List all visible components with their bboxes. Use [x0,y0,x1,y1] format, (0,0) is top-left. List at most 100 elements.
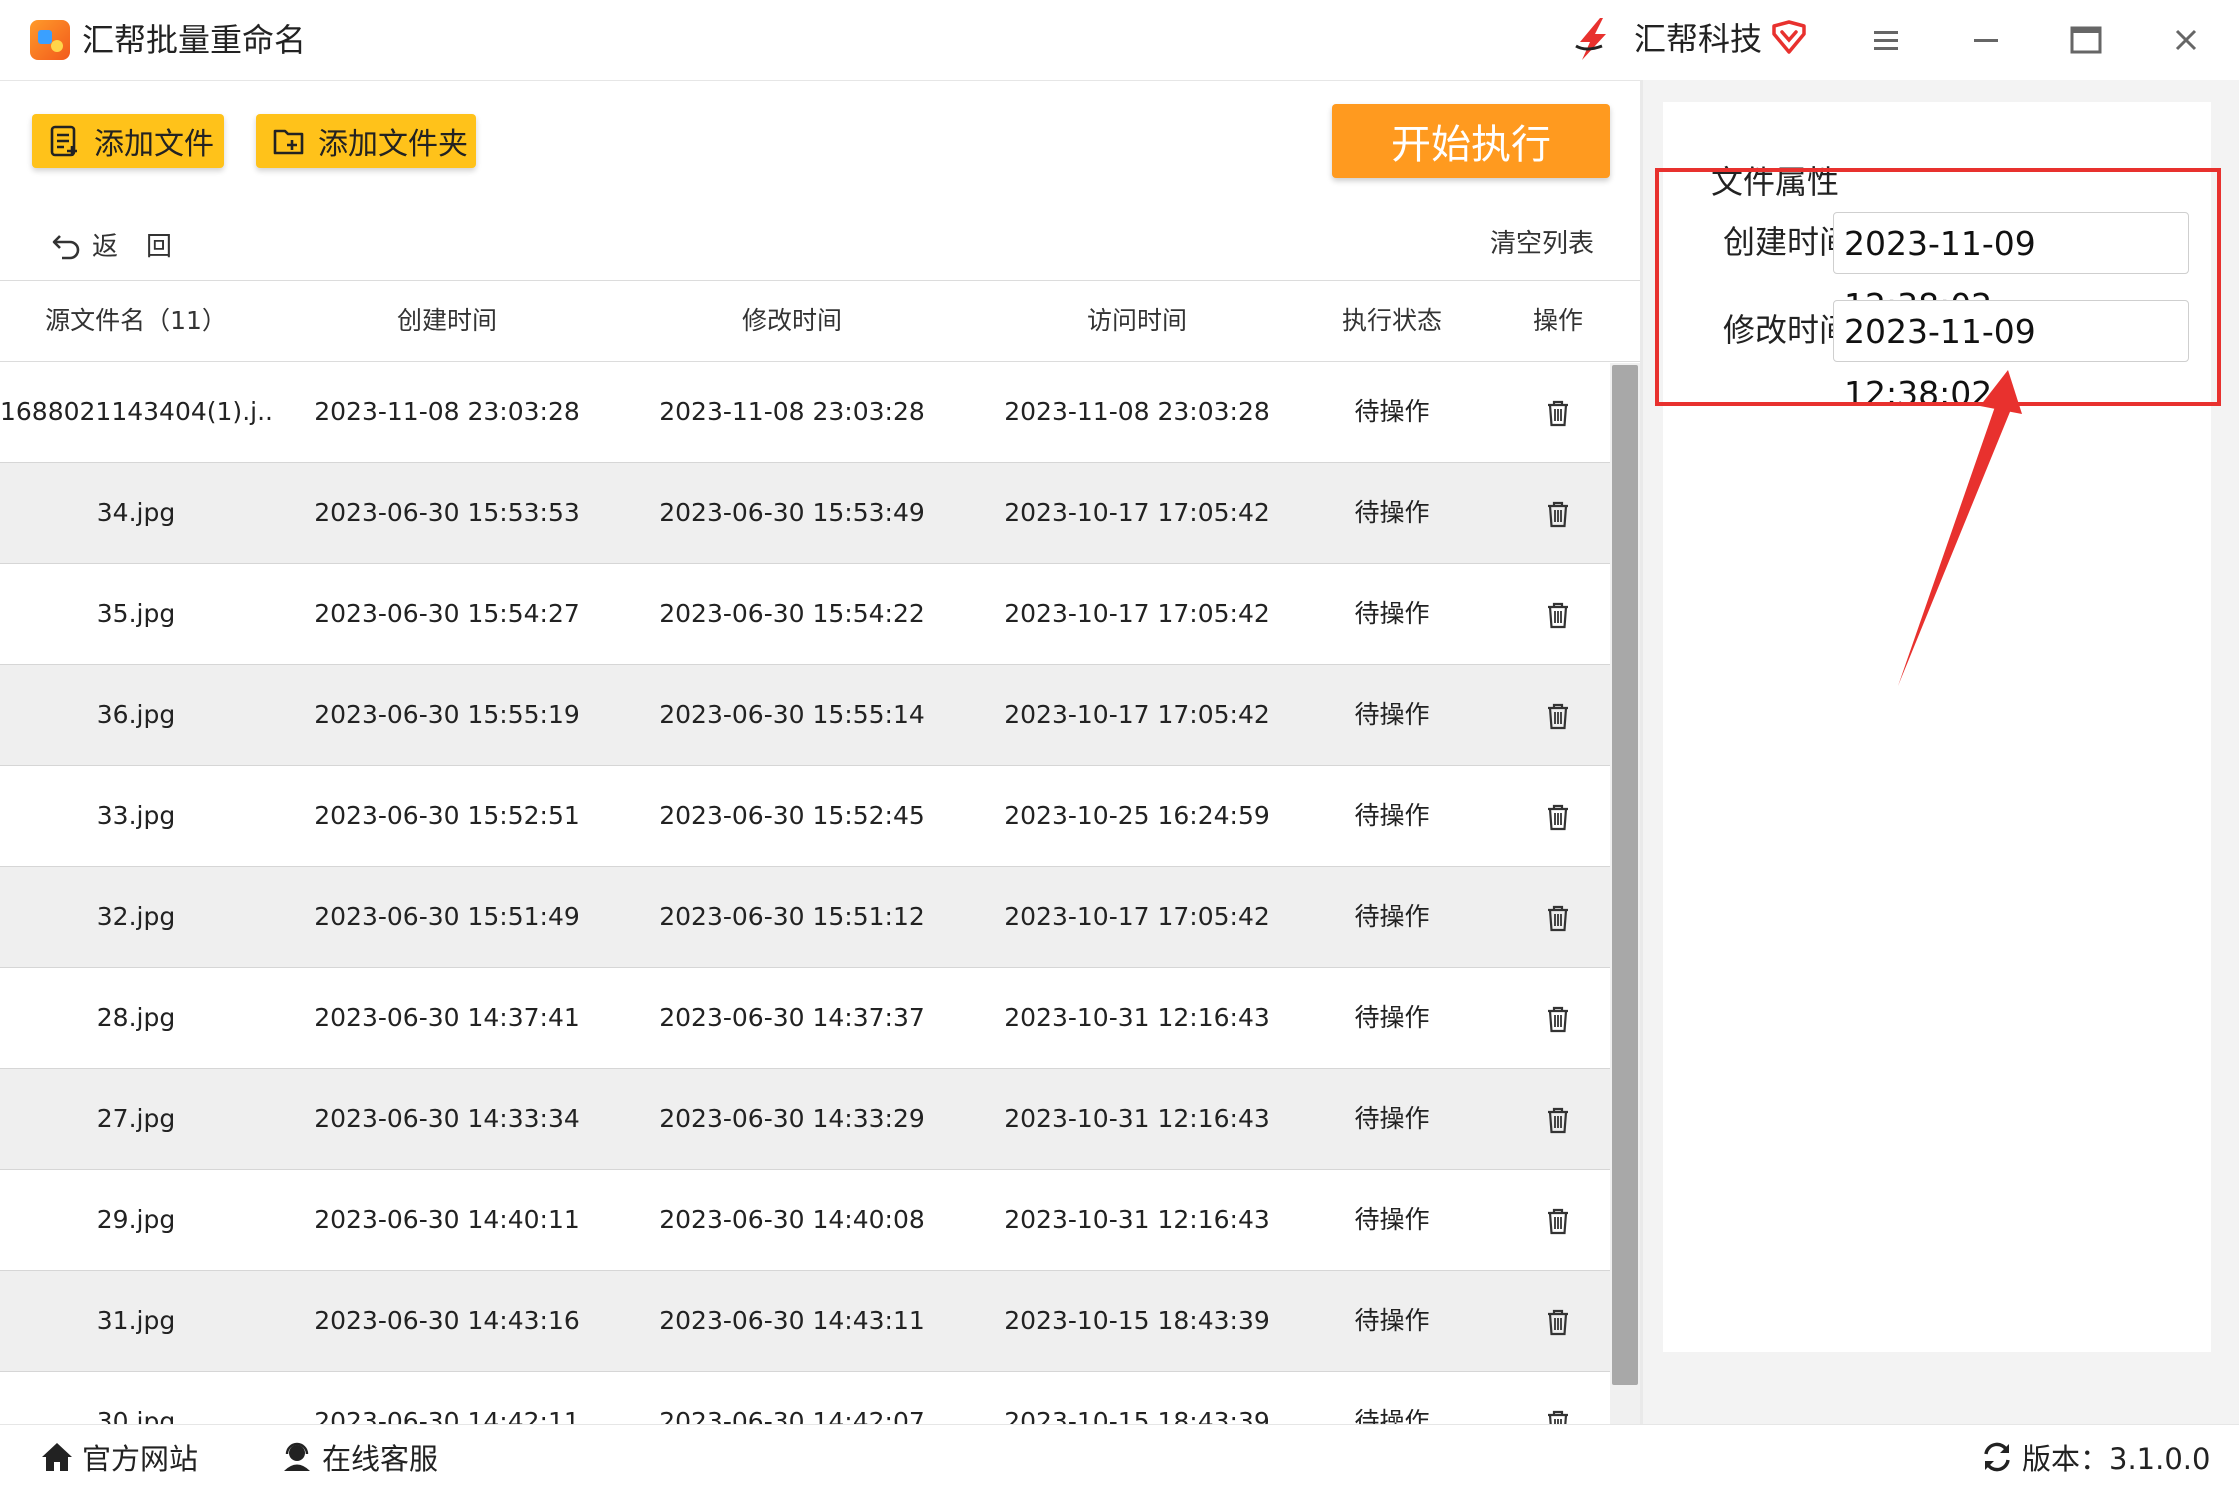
trash-icon [1548,804,1568,831]
accessed-time-cell: 2023-10-31 12:16:43 [1004,1104,1270,1133]
minimize-icon[interactable] [1966,20,2006,60]
table-row[interactable]: 31.jpg 2023-06-30 14:43:16 2023-06-30 14:4… [0,1271,1610,1372]
status-cell: 待操作 [1354,1306,1430,1335]
file-name-cell: 1688021143404(1).j... [0,397,272,426]
maximize-icon[interactable] [2066,20,2106,60]
app-title: 汇帮批量重命名 [82,21,307,59]
back-arrow-icon [52,235,80,260]
modified-time-cell: 2023-06-30 14:42:07 [659,1407,925,1425]
table-row[interactable]: 34.jpg 2023-06-30 15:53:53 2023-06-30 15:5… [0,463,1610,564]
accessed-time-cell: 2023-10-17 17:05:42 [1004,902,1270,931]
status-cell: 待操作 [1354,1003,1430,1032]
trash-icon [1548,703,1568,730]
accessed-time-cell: 2023-10-15 18:43:39 [1004,1407,1270,1425]
scrollbar-thumb[interactable] [1612,365,1638,1385]
file-name-cell: 33.jpg [96,801,176,830]
table-header: 源文件名（11） 创建时间 修改时间 访问时间 执行状态 操作 [0,281,1640,362]
official-website-link[interactable]: 官方网站 [40,1437,198,1477]
table-row[interactable]: 28.jpg 2023-06-30 14:37:41 2023-06-30 14:3… [0,968,1610,1069]
table-scrollbar[interactable] [1610,363,1640,1425]
status-cell: 待操作 [1354,700,1430,729]
created-time-cell: 2023-06-30 15:51:49 [314,902,580,931]
file-name-cell: 30.jpg [96,1407,176,1425]
header-modified[interactable]: 修改时间 [622,281,962,361]
add-file-label: 添加文件 [94,127,214,162]
file-name-cell: 28.jpg [96,1003,176,1032]
add-file-button[interactable]: 添加文件 [32,114,224,168]
online-service-link[interactable]: 在线客服 [280,1437,438,1477]
created-time-cell: 2023-06-30 15:55:19 [314,700,580,729]
table-row[interactable]: 33.jpg 2023-06-30 15:52:51 2023-06-30 15:5… [0,766,1610,867]
close-icon[interactable] [2166,20,2206,60]
status-cell: 待操作 [1354,1205,1430,1234]
file-name-cell: 36.jpg [96,700,176,729]
modified-time-cell: 2023-06-30 14:37:37 [659,1003,925,1032]
created-time-cell: 2023-06-30 14:43:16 [314,1306,580,1335]
created-time-cell: 2023-06-30 14:42:11 [314,1407,580,1425]
file-name-cell: 34.jpg [96,498,176,527]
status-cell: 待操作 [1354,498,1430,527]
table-row[interactable]: 35.jpg 2023-06-30 15:54:27 2023-06-30 15:5… [0,564,1610,665]
table-body: 1688021143404(1).j... 2023-11-08 23:03:28… [0,362,1610,1425]
trash-icon [1548,602,1568,629]
refresh-icon [1984,1442,2010,1472]
modified-time-cell: 2023-06-30 14:40:08 [659,1205,925,1234]
back-label: 返回 [92,231,201,262]
brand-name: 汇帮科技 [1634,20,1763,58]
clear-list-button[interactable]: 清空列表 [1490,224,1594,264]
modified-time-cell: 2023-11-08 23:03:28 [659,397,925,426]
table-row[interactable]: 27.jpg 2023-06-30 14:33:34 2023-06-30 14:3… [0,1069,1610,1170]
file-table: 源文件名（11） 创建时间 修改时间 访问时间 执行状态 操作 16880211… [0,280,1640,1425]
modified-time-cell: 2023-06-30 15:55:14 [659,700,925,729]
modified-time-cell: 2023-06-30 15:51:12 [659,902,925,931]
status-cell: 待操作 [1354,801,1430,830]
created-time-cell: 2023-06-30 15:53:53 [314,498,580,527]
status-cell: 待操作 [1354,1104,1430,1133]
trash-icon [1548,400,1568,427]
official-website-label: 官方网站 [82,1442,199,1476]
vip-icon[interactable] [1770,18,1808,56]
table-row[interactable]: 29.jpg 2023-06-30 14:40:11 2023-06-30 14:4… [0,1170,1610,1271]
online-service-label: 在线客服 [322,1442,439,1476]
highlight-box [1655,168,2221,406]
accessed-time-cell: 2023-10-17 17:05:42 [1004,599,1270,628]
version-info[interactable]: 版本：3.1.0.0 [1980,1437,2210,1477]
trash-icon [1548,1006,1568,1033]
modified-time-cell: 2023-06-30 14:43:11 [659,1306,925,1335]
title-bar: 汇帮批量重命名 汇帮科技 [0,0,2239,81]
trash-icon [1548,1410,1568,1425]
trash-icon [1548,1309,1568,1336]
menu-icon[interactable] [1866,20,1906,60]
status-cell: 待操作 [1354,902,1430,931]
trash-icon [1548,1208,1568,1235]
status-cell: 待操作 [1354,397,1430,426]
accessed-time-cell: 2023-10-31 12:16:43 [1004,1003,1270,1032]
start-button[interactable]: 开始执行 [1332,104,1610,178]
trash-icon [1548,1107,1568,1134]
trash-icon [1548,905,1568,932]
status-cell: 待操作 [1354,1407,1430,1425]
accessed-time-cell: 2023-10-15 18:43:39 [1004,1306,1270,1335]
add-folder-button[interactable]: 添加文件夹 [256,114,476,168]
app-logo-icon [30,20,70,60]
created-time-cell: 2023-11-08 23:03:28 [314,397,580,426]
accessed-time-cell: 2023-10-17 17:05:42 [1004,700,1270,729]
header-filename[interactable]: 源文件名（11） [0,281,272,361]
back-button[interactable]: 返回 [50,224,200,264]
header-action: 操作 [1532,306,1583,335]
table-row[interactable]: 32.jpg 2023-06-30 15:51:49 2023-06-30 15:5… [0,867,1610,968]
created-time-cell: 2023-06-30 14:33:34 [314,1104,580,1133]
accessed-time-cell: 2023-10-25 16:24:59 [1004,801,1270,830]
table-row[interactable]: 30.jpg 2023-06-30 14:42:11 2023-06-30 14:4… [0,1372,1610,1425]
table-row[interactable]: 36.jpg 2023-06-30 15:55:19 2023-06-30 15:5… [0,665,1610,766]
add-folder-icon [273,129,304,155]
created-time-cell: 2023-06-30 15:54:27 [314,599,580,628]
status-cell: 待操作 [1354,599,1430,628]
table-row[interactable]: 1688021143404(1).j... 2023-11-08 23:03:28… [0,362,1610,463]
customer-service-icon [284,1442,310,1471]
created-time-cell: 2023-06-30 15:52:51 [314,801,580,830]
header-accessed[interactable]: 访问时间 [962,281,1312,361]
created-time-cell: 2023-06-30 14:37:41 [314,1003,580,1032]
header-created[interactable]: 创建时间 [272,281,622,361]
file-name-cell: 35.jpg [96,599,176,628]
